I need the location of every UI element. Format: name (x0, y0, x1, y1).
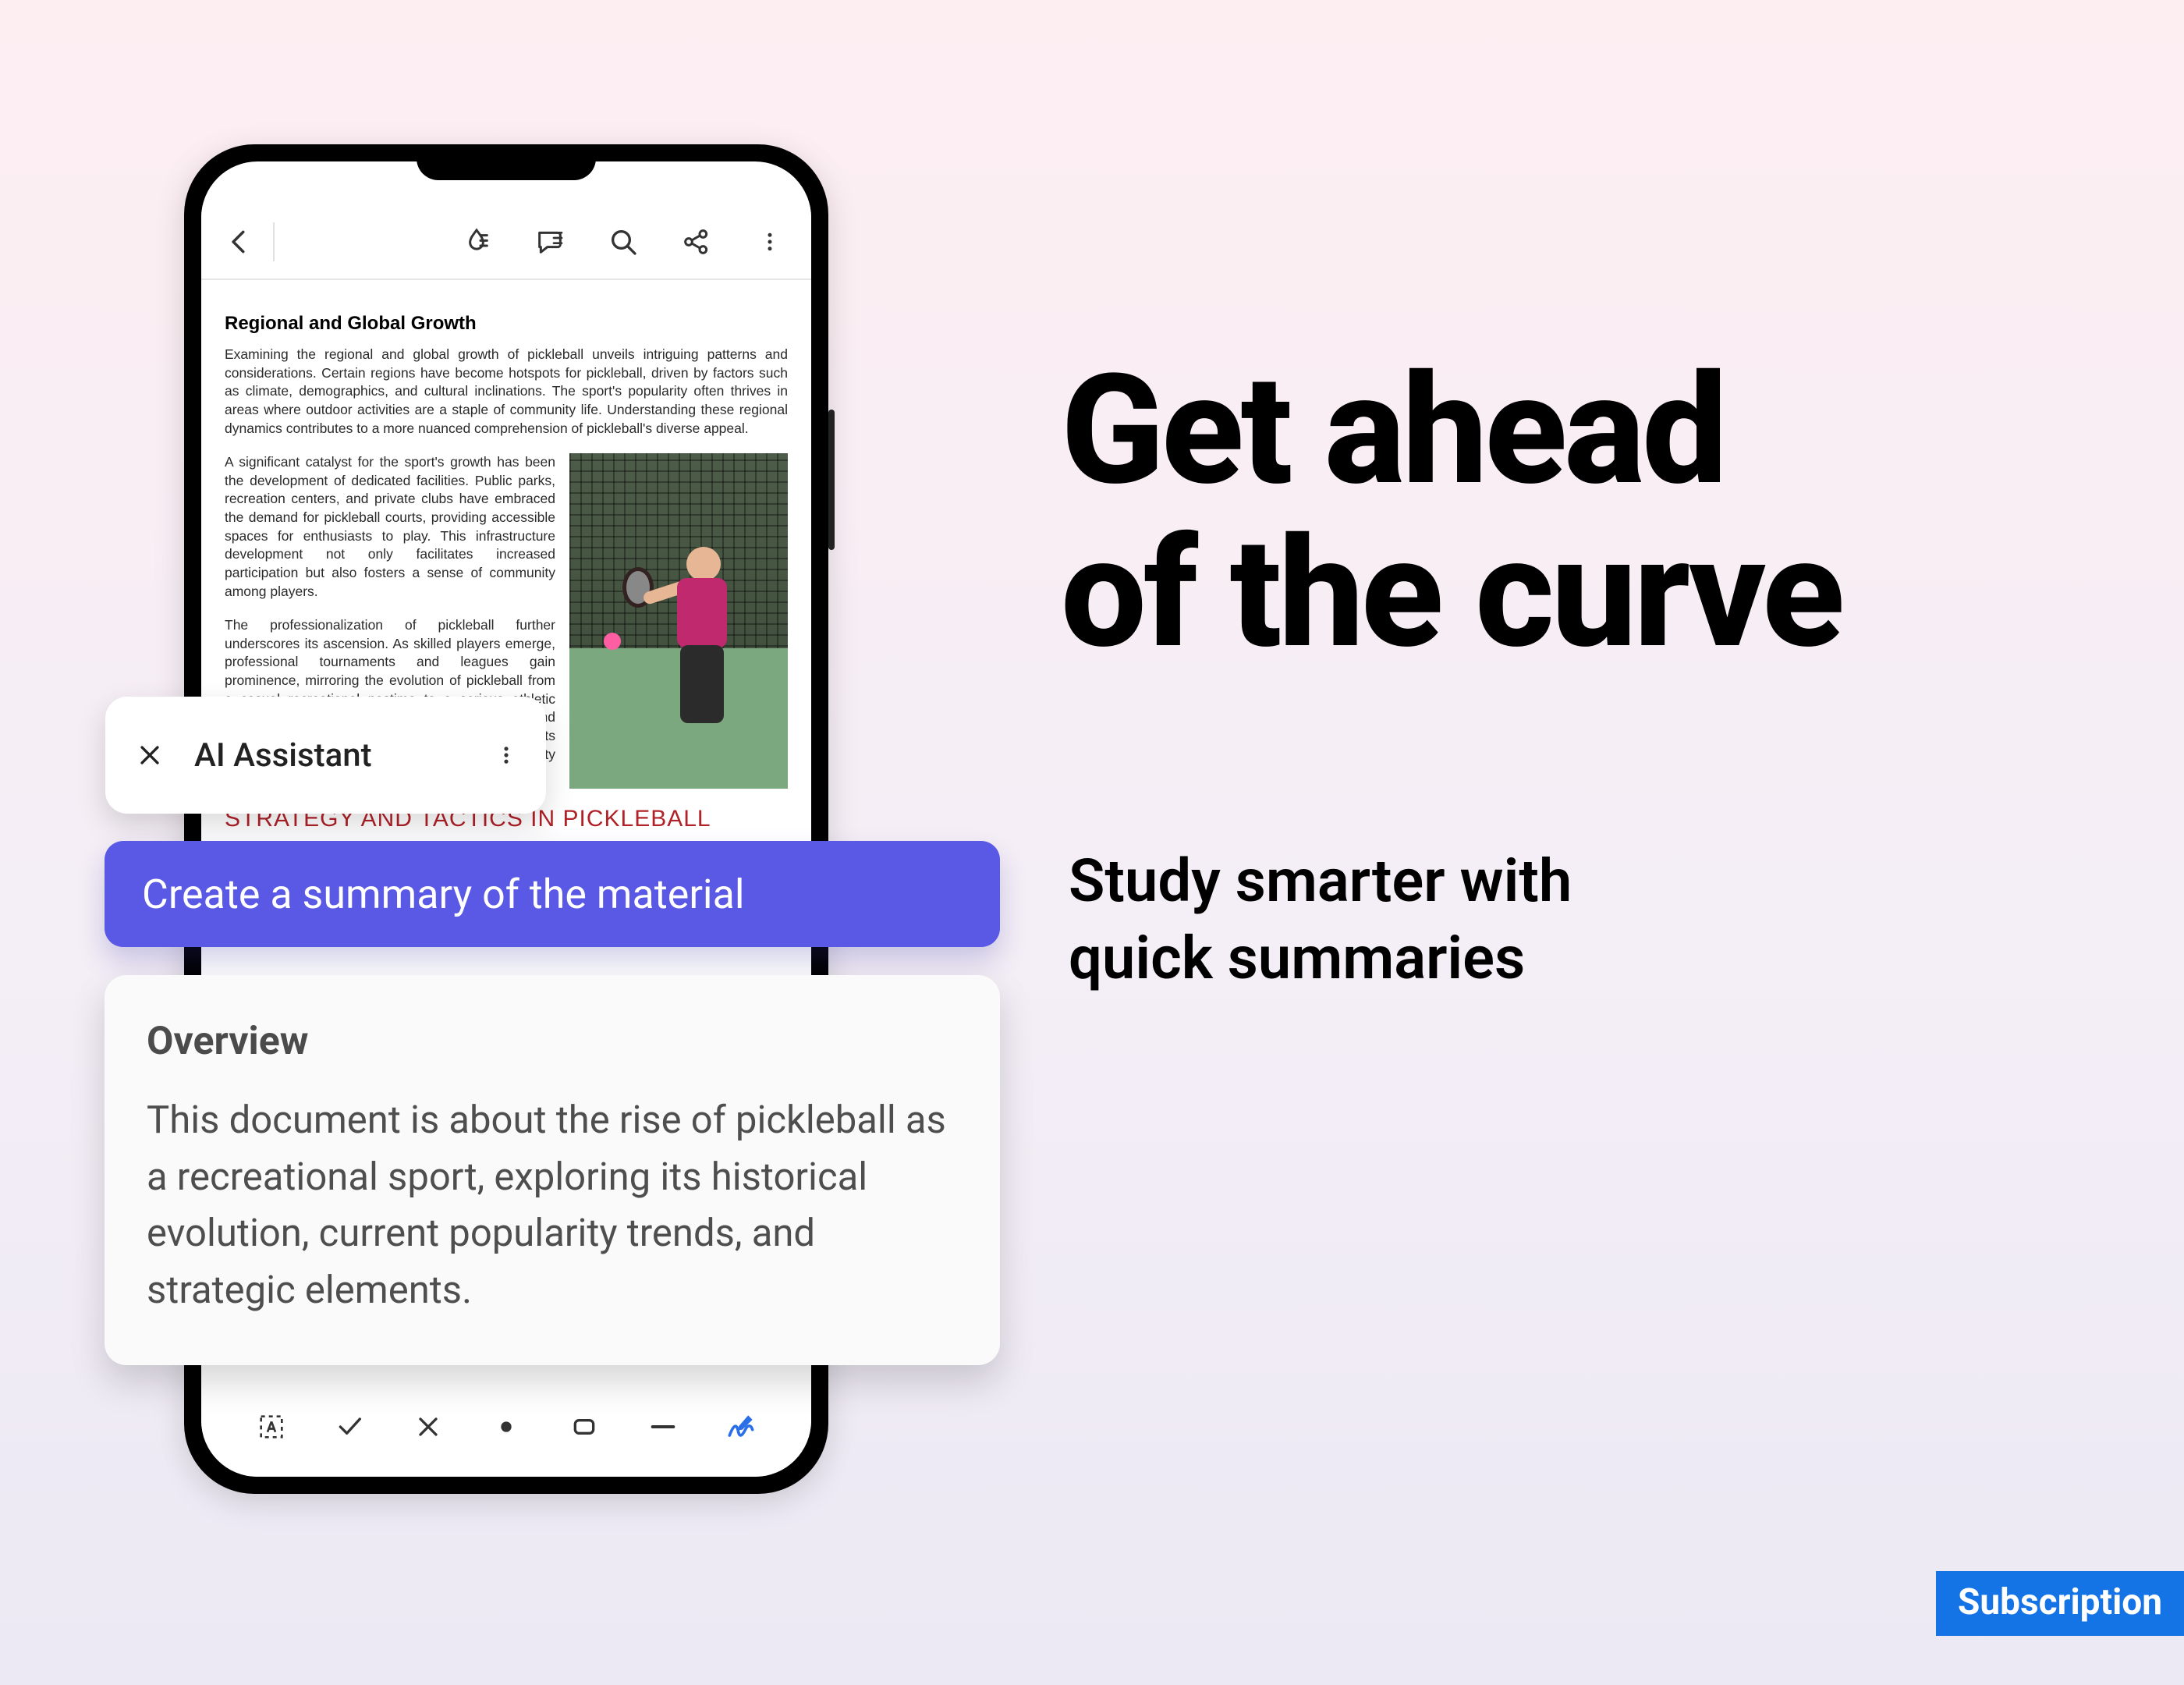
ai-more-button[interactable] (490, 739, 523, 772)
back-icon (225, 227, 254, 257)
bottom-toolbar (201, 1377, 811, 1477)
text-box-tool[interactable] (253, 1408, 290, 1446)
dot-tool[interactable] (488, 1408, 525, 1446)
search-button[interactable] (604, 222, 643, 261)
phone-notch (417, 144, 596, 180)
back-button[interactable] (220, 222, 259, 261)
sub-line1: Study smarter with (1069, 842, 1572, 920)
close-icon (136, 742, 163, 768)
headline: Get ahead of the curve (1061, 349, 1842, 675)
doc-paragraph: Examining the regional and global growth… (225, 346, 788, 438)
share-button[interactable] (677, 222, 716, 261)
search-icon (608, 226, 639, 257)
headline-line2: of the curve (1061, 513, 1842, 676)
close-button[interactable] (133, 739, 166, 772)
ai-assistant-title: AI Assistant (194, 736, 490, 775)
liquid-mode-button[interactable] (457, 222, 496, 261)
rect-icon (569, 1411, 600, 1442)
more-icon (495, 740, 517, 771)
check-icon (334, 1411, 365, 1442)
share-icon (681, 226, 712, 257)
ai-overview-card: Overview This document is about the rise… (105, 975, 1000, 1365)
doc-image (569, 453, 788, 789)
xmark-tool[interactable] (410, 1408, 447, 1446)
ai-prompt-suggestion[interactable]: Create a summary of the material (105, 841, 1000, 947)
comment-button[interactable] (530, 222, 569, 261)
overview-heading: Overview (147, 1019, 958, 1064)
more-button[interactable] (750, 222, 789, 261)
doc-section-title: Regional and Global Growth (225, 313, 788, 335)
sub-line2: quick summaries (1069, 920, 1572, 997)
dash-tool[interactable] (644, 1408, 682, 1446)
doc-paragraph: A significant catalyst for the sport's g… (225, 453, 555, 601)
x-mark-icon (413, 1411, 444, 1442)
subscription-badge: Subscription (1936, 1571, 2184, 1636)
overview-body: This document is about the rise of pickl… (147, 1092, 958, 1318)
text-box-icon (256, 1411, 287, 1442)
ai-assistant-bar: AI Assistant (105, 697, 546, 814)
dot-icon (491, 1411, 522, 1442)
rect-tool[interactable] (566, 1408, 603, 1446)
headline-line1: Get ahead (1061, 349, 1842, 513)
comment-icon (534, 226, 566, 257)
liquid-mode-icon (461, 226, 492, 257)
signature-icon (724, 1410, 758, 1444)
subheadline: Study smarter with quick summaries (1069, 842, 1572, 997)
more-icon (758, 226, 782, 257)
ai-prompt-text: Create a summary of the material (142, 871, 745, 918)
checkmark-tool[interactable] (331, 1408, 368, 1446)
top-toolbar (201, 205, 811, 280)
dash-icon (647, 1411, 679, 1442)
signature-tool[interactable] (722, 1408, 760, 1446)
toolbar-separator (273, 222, 275, 261)
